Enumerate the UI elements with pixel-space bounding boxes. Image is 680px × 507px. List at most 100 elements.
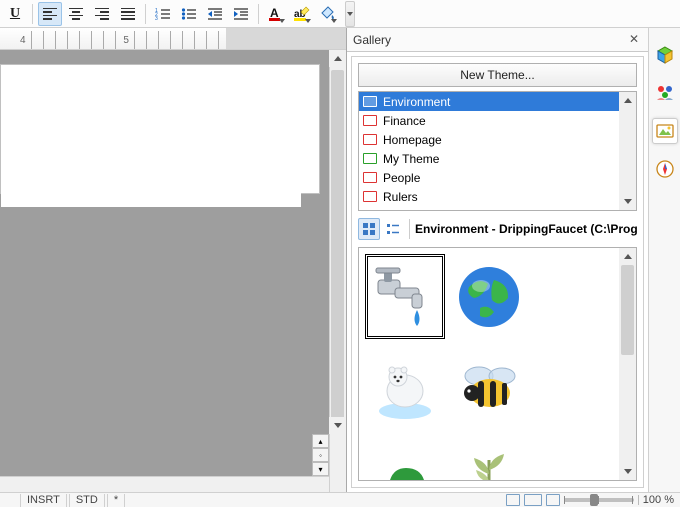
gallery-deck-button[interactable] xyxy=(652,118,678,144)
zoom-slider[interactable] xyxy=(564,498,634,502)
view-layout-book-icon[interactable] xyxy=(546,494,560,506)
detail-view-button[interactable] xyxy=(382,218,404,240)
underline-icon: U xyxy=(10,6,20,22)
zoom-value[interactable]: 100 % xyxy=(643,494,674,506)
vertical-scrollbar[interactable] xyxy=(329,50,346,492)
grid-icon xyxy=(362,222,376,236)
theme-list-scrollbar[interactable] xyxy=(619,92,636,210)
status-bar: INSRT STD * 100 % xyxy=(0,492,680,507)
underline-button[interactable]: U xyxy=(3,2,27,26)
gallery-thumbnail[interactable] xyxy=(365,254,445,339)
scroll-up-button[interactable] xyxy=(329,50,346,67)
scroll-thumb[interactable] xyxy=(621,265,634,355)
gallery-body: New Theme... EnvironmentFinance Homepage M… xyxy=(351,56,644,488)
gallery-thumbnail[interactable] xyxy=(533,343,613,428)
toolbar-overflow-button[interactable] xyxy=(345,1,355,27)
styles-deck-button[interactable] xyxy=(652,80,678,106)
separator xyxy=(638,495,639,505)
modified-indicator[interactable]: * xyxy=(107,494,125,507)
gallery-thumbnail[interactable] xyxy=(533,254,613,339)
theme-item[interactable]: Homepage xyxy=(359,130,619,149)
cube-icon xyxy=(656,46,674,64)
scroll-up-button[interactable] xyxy=(619,248,636,265)
gallery-thumbnail[interactable] xyxy=(449,432,529,481)
ruler-mark: 4 xyxy=(20,35,120,46)
toolbar-separator xyxy=(258,4,259,24)
scroll-up-button[interactable] xyxy=(619,92,636,109)
empty-thumb xyxy=(538,440,608,482)
gallery-thumbnail[interactable] xyxy=(449,254,529,339)
insert-mode-indicator[interactable]: INSRT xyxy=(20,494,67,507)
horizontal-ruler[interactable]: 4 5 6 xyxy=(0,28,346,50)
theme-folder-icon xyxy=(363,153,377,164)
document-page[interactable] xyxy=(0,64,320,194)
font-color-button[interactable]: A xyxy=(264,2,288,26)
theme-item[interactable]: My Theme xyxy=(359,149,619,168)
theme-folder-icon xyxy=(363,191,377,202)
scroll-down-button[interactable] xyxy=(329,417,346,434)
gallery-thumbnail[interactable] xyxy=(365,432,445,481)
navigator-deck-button[interactable] xyxy=(652,156,678,182)
people-icon xyxy=(655,84,675,102)
background-color-button[interactable] xyxy=(316,2,340,26)
highlight-color-button[interactable]: ab xyxy=(290,2,314,26)
thumbnail-scrollbar[interactable] xyxy=(619,248,636,480)
theme-item-label: People xyxy=(383,171,420,185)
zoom-mark-mid xyxy=(598,496,599,504)
thumbnail-area xyxy=(358,247,637,481)
align-right-button[interactable] xyxy=(90,2,114,26)
toolbar-separator xyxy=(409,219,410,239)
empty-thumb xyxy=(538,351,608,421)
close-icon[interactable]: ✕ xyxy=(626,32,642,48)
next-page-button[interactable]: ▾ xyxy=(312,462,329,476)
icon-view-button[interactable] xyxy=(358,218,380,240)
theme-item[interactable]: People xyxy=(359,168,619,187)
dropdown-caret-icon xyxy=(305,19,311,23)
theme-item[interactable]: Finance xyxy=(359,111,619,130)
gallery-titlebar: Gallery ✕ xyxy=(347,28,648,52)
page-browse-button[interactable]: ◦ xyxy=(312,448,329,462)
align-justify-button[interactable] xyxy=(116,2,140,26)
prev-page-button[interactable]: ▴ xyxy=(312,434,329,448)
decrease-indent-icon xyxy=(207,7,223,21)
align-center-button[interactable] xyxy=(64,2,88,26)
theme-item[interactable]: Rulers xyxy=(359,187,619,206)
bee-icon xyxy=(454,351,524,421)
theme-list: EnvironmentFinance Homepage My Theme People… xyxy=(358,91,637,211)
theme-item-label: Homepage xyxy=(383,133,442,147)
align-left-button[interactable] xyxy=(38,2,62,26)
theme-folder-icon xyxy=(363,96,377,107)
dropdown-caret-icon xyxy=(279,19,285,23)
selection-mode-indicator[interactable]: STD xyxy=(69,494,105,507)
plant-icon xyxy=(454,440,524,482)
compass-icon xyxy=(656,160,674,178)
gallery-thumbnail[interactable] xyxy=(449,343,529,428)
view-layout-multi-icon[interactable] xyxy=(524,494,542,506)
numbered-list-button[interactable]: 123 xyxy=(151,2,175,26)
document-area: ▴ ◦ ▾ xyxy=(0,50,346,492)
properties-deck-button[interactable] xyxy=(652,42,678,68)
toolbar-separator xyxy=(145,4,146,24)
theme-item-label: Rulers xyxy=(383,190,418,204)
ruler-margin-area xyxy=(226,28,346,50)
document-page-content[interactable] xyxy=(1,119,301,207)
gallery-thumbnail[interactable] xyxy=(365,343,445,428)
svg-text:A: A xyxy=(270,6,279,20)
scroll-down-button[interactable] xyxy=(619,193,636,210)
scroll-thumb[interactable] xyxy=(331,70,344,430)
sidebar-rail xyxy=(648,28,680,492)
decrease-indent-button[interactable] xyxy=(203,2,227,26)
gallery-thumbnail[interactable] xyxy=(533,432,613,481)
bullet-list-button[interactable] xyxy=(177,2,201,26)
view-layout-single-icon[interactable] xyxy=(506,494,520,506)
scroll-down-button[interactable] xyxy=(619,463,636,480)
numbered-list-icon: 123 xyxy=(155,7,171,21)
theme-item-label: My Theme xyxy=(383,152,439,166)
formatting-toolbar: U 123 A ab xyxy=(0,0,680,28)
new-theme-button[interactable]: New Theme... xyxy=(358,63,637,87)
gallery-title: Gallery xyxy=(353,33,626,47)
increase-indent-button[interactable] xyxy=(229,2,253,26)
theme-item[interactable]: Environment xyxy=(359,92,619,111)
horizontal-scrollbar[interactable] xyxy=(0,476,329,492)
gallery-toolbar: Environment - DrippingFaucet (C:\Prog xyxy=(358,215,637,243)
